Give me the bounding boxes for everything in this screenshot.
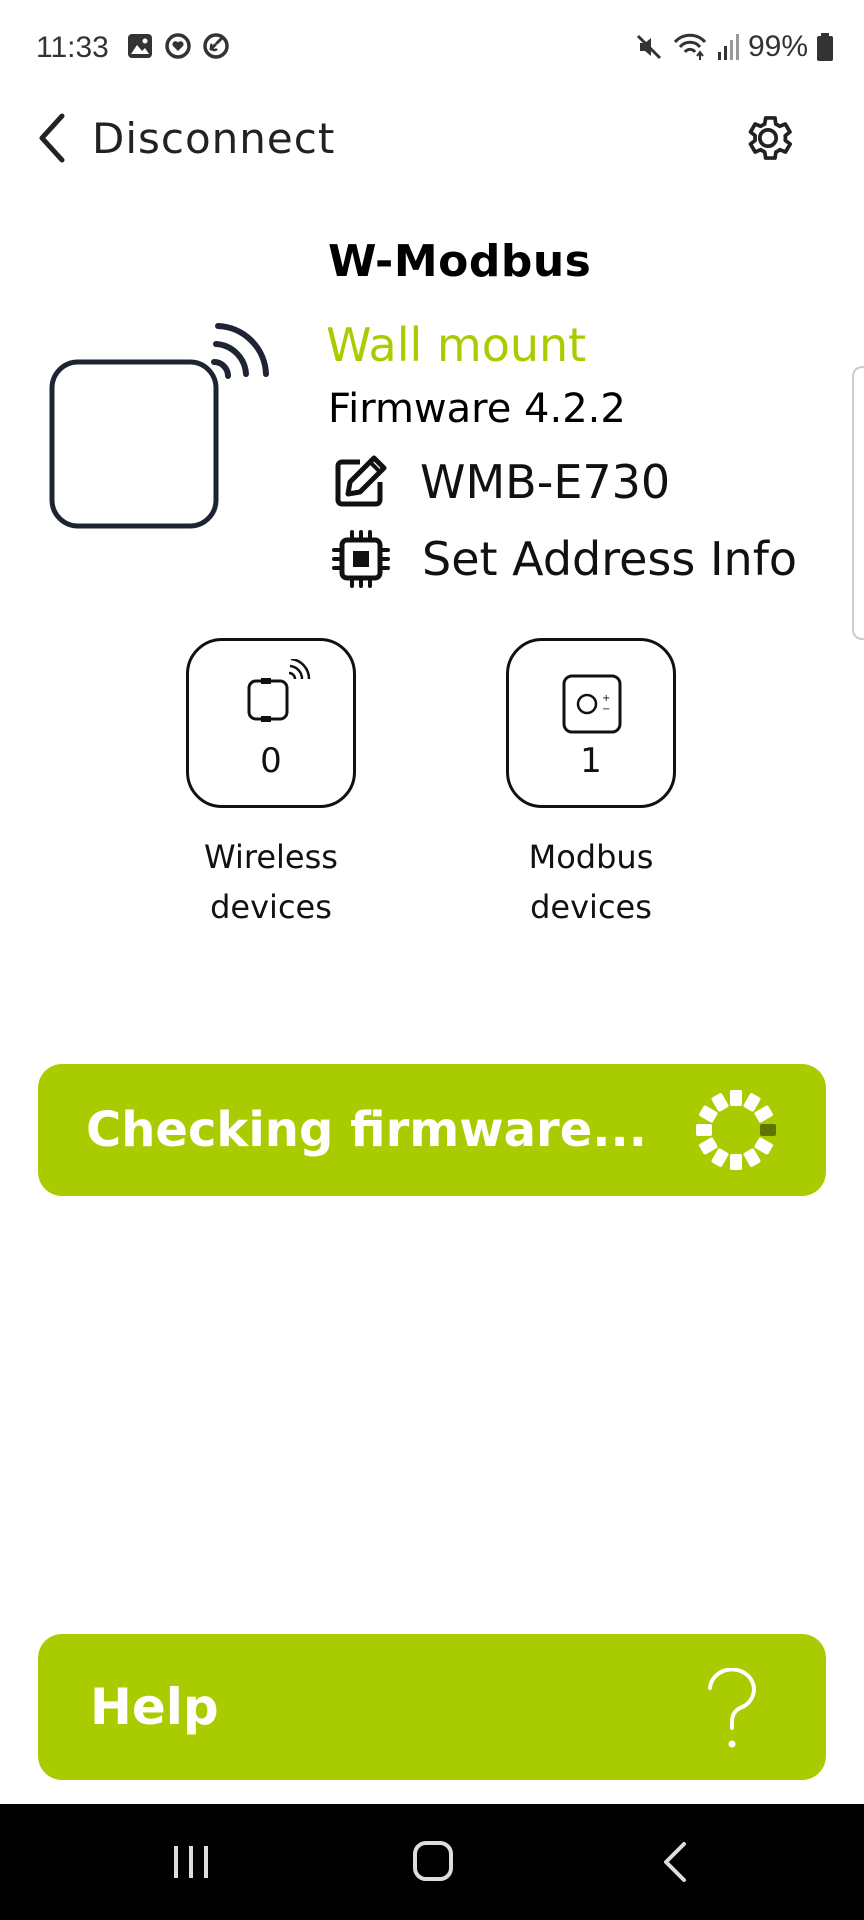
svg-text:+: + xyxy=(602,693,610,704)
device-mount-type: Wall mount xyxy=(326,318,587,372)
device-id: WMB-E730 xyxy=(420,455,671,509)
chevron-left-icon xyxy=(39,113,65,163)
status-time: 11:33 xyxy=(36,31,109,64)
wireless-devices-tile[interactable]: 0 xyxy=(186,638,356,808)
check-firmware-label: Checking firmware... xyxy=(86,1102,647,1158)
side-panel-handle[interactable] xyxy=(852,366,864,640)
link-icon xyxy=(203,33,229,59)
mute-icon xyxy=(636,34,662,60)
set-address-info-label: Set Address Info xyxy=(422,532,798,586)
wireless-devices-count: 0 xyxy=(260,741,282,781)
disconnect-button[interactable]: Disconnect xyxy=(34,110,335,166)
gallery-icon xyxy=(128,34,152,58)
modbus-devices-label-line2: devices xyxy=(530,888,652,926)
status-notification-icons xyxy=(126,32,230,60)
battery-percentage: 99% xyxy=(747,30,808,63)
battery-icon xyxy=(817,33,833,61)
set-address-info-row[interactable]: Set Address Info xyxy=(332,530,797,588)
gear-icon xyxy=(748,116,793,160)
question-mark-icon xyxy=(708,1668,756,1748)
back-nav-icon[interactable] xyxy=(662,1840,688,1884)
settings-button[interactable] xyxy=(740,110,796,166)
wireless-devices-label: Wireless devices xyxy=(151,832,391,932)
wifi-icon xyxy=(673,33,707,60)
disconnect-label: Disconnect xyxy=(92,113,336,163)
help-button[interactable]: Help xyxy=(38,1634,826,1780)
modbus-device-icon: + − xyxy=(562,674,622,734)
modbus-devices-count: 1 xyxy=(580,741,602,781)
modbus-devices-label: Modbus devices xyxy=(471,832,711,932)
device-name: W-Modbus xyxy=(328,236,592,287)
wireless-devices-label-line1: Wireless xyxy=(204,838,338,876)
chip-icon xyxy=(332,530,390,588)
svg-text:−: − xyxy=(602,704,610,715)
recent-apps-icon[interactable] xyxy=(170,1842,212,1882)
edit-device-name-row[interactable]: WMB-E730 xyxy=(330,452,670,512)
wireless-devices-label-line2: devices xyxy=(210,888,332,926)
wireless-device-icon xyxy=(247,659,311,722)
modbus-devices-tile[interactable]: + − 1 xyxy=(506,638,676,808)
system-navigation-bar xyxy=(0,1804,864,1920)
modbus-devices-label-line1: Modbus xyxy=(528,838,654,876)
heart-notification-icon xyxy=(165,33,191,59)
home-icon[interactable] xyxy=(412,1840,454,1882)
check-firmware-button[interactable]: Checking firmware... xyxy=(38,1064,826,1196)
device-firmware: Firmware 4.2.2 xyxy=(328,386,626,432)
signal-icon xyxy=(717,34,739,60)
help-label: Help xyxy=(90,1678,219,1736)
status-system-icons: 99% xyxy=(634,30,834,64)
edit-icon xyxy=(335,455,387,507)
wireless-device-icon xyxy=(48,310,278,530)
loading-spinner-icon xyxy=(696,1090,776,1170)
